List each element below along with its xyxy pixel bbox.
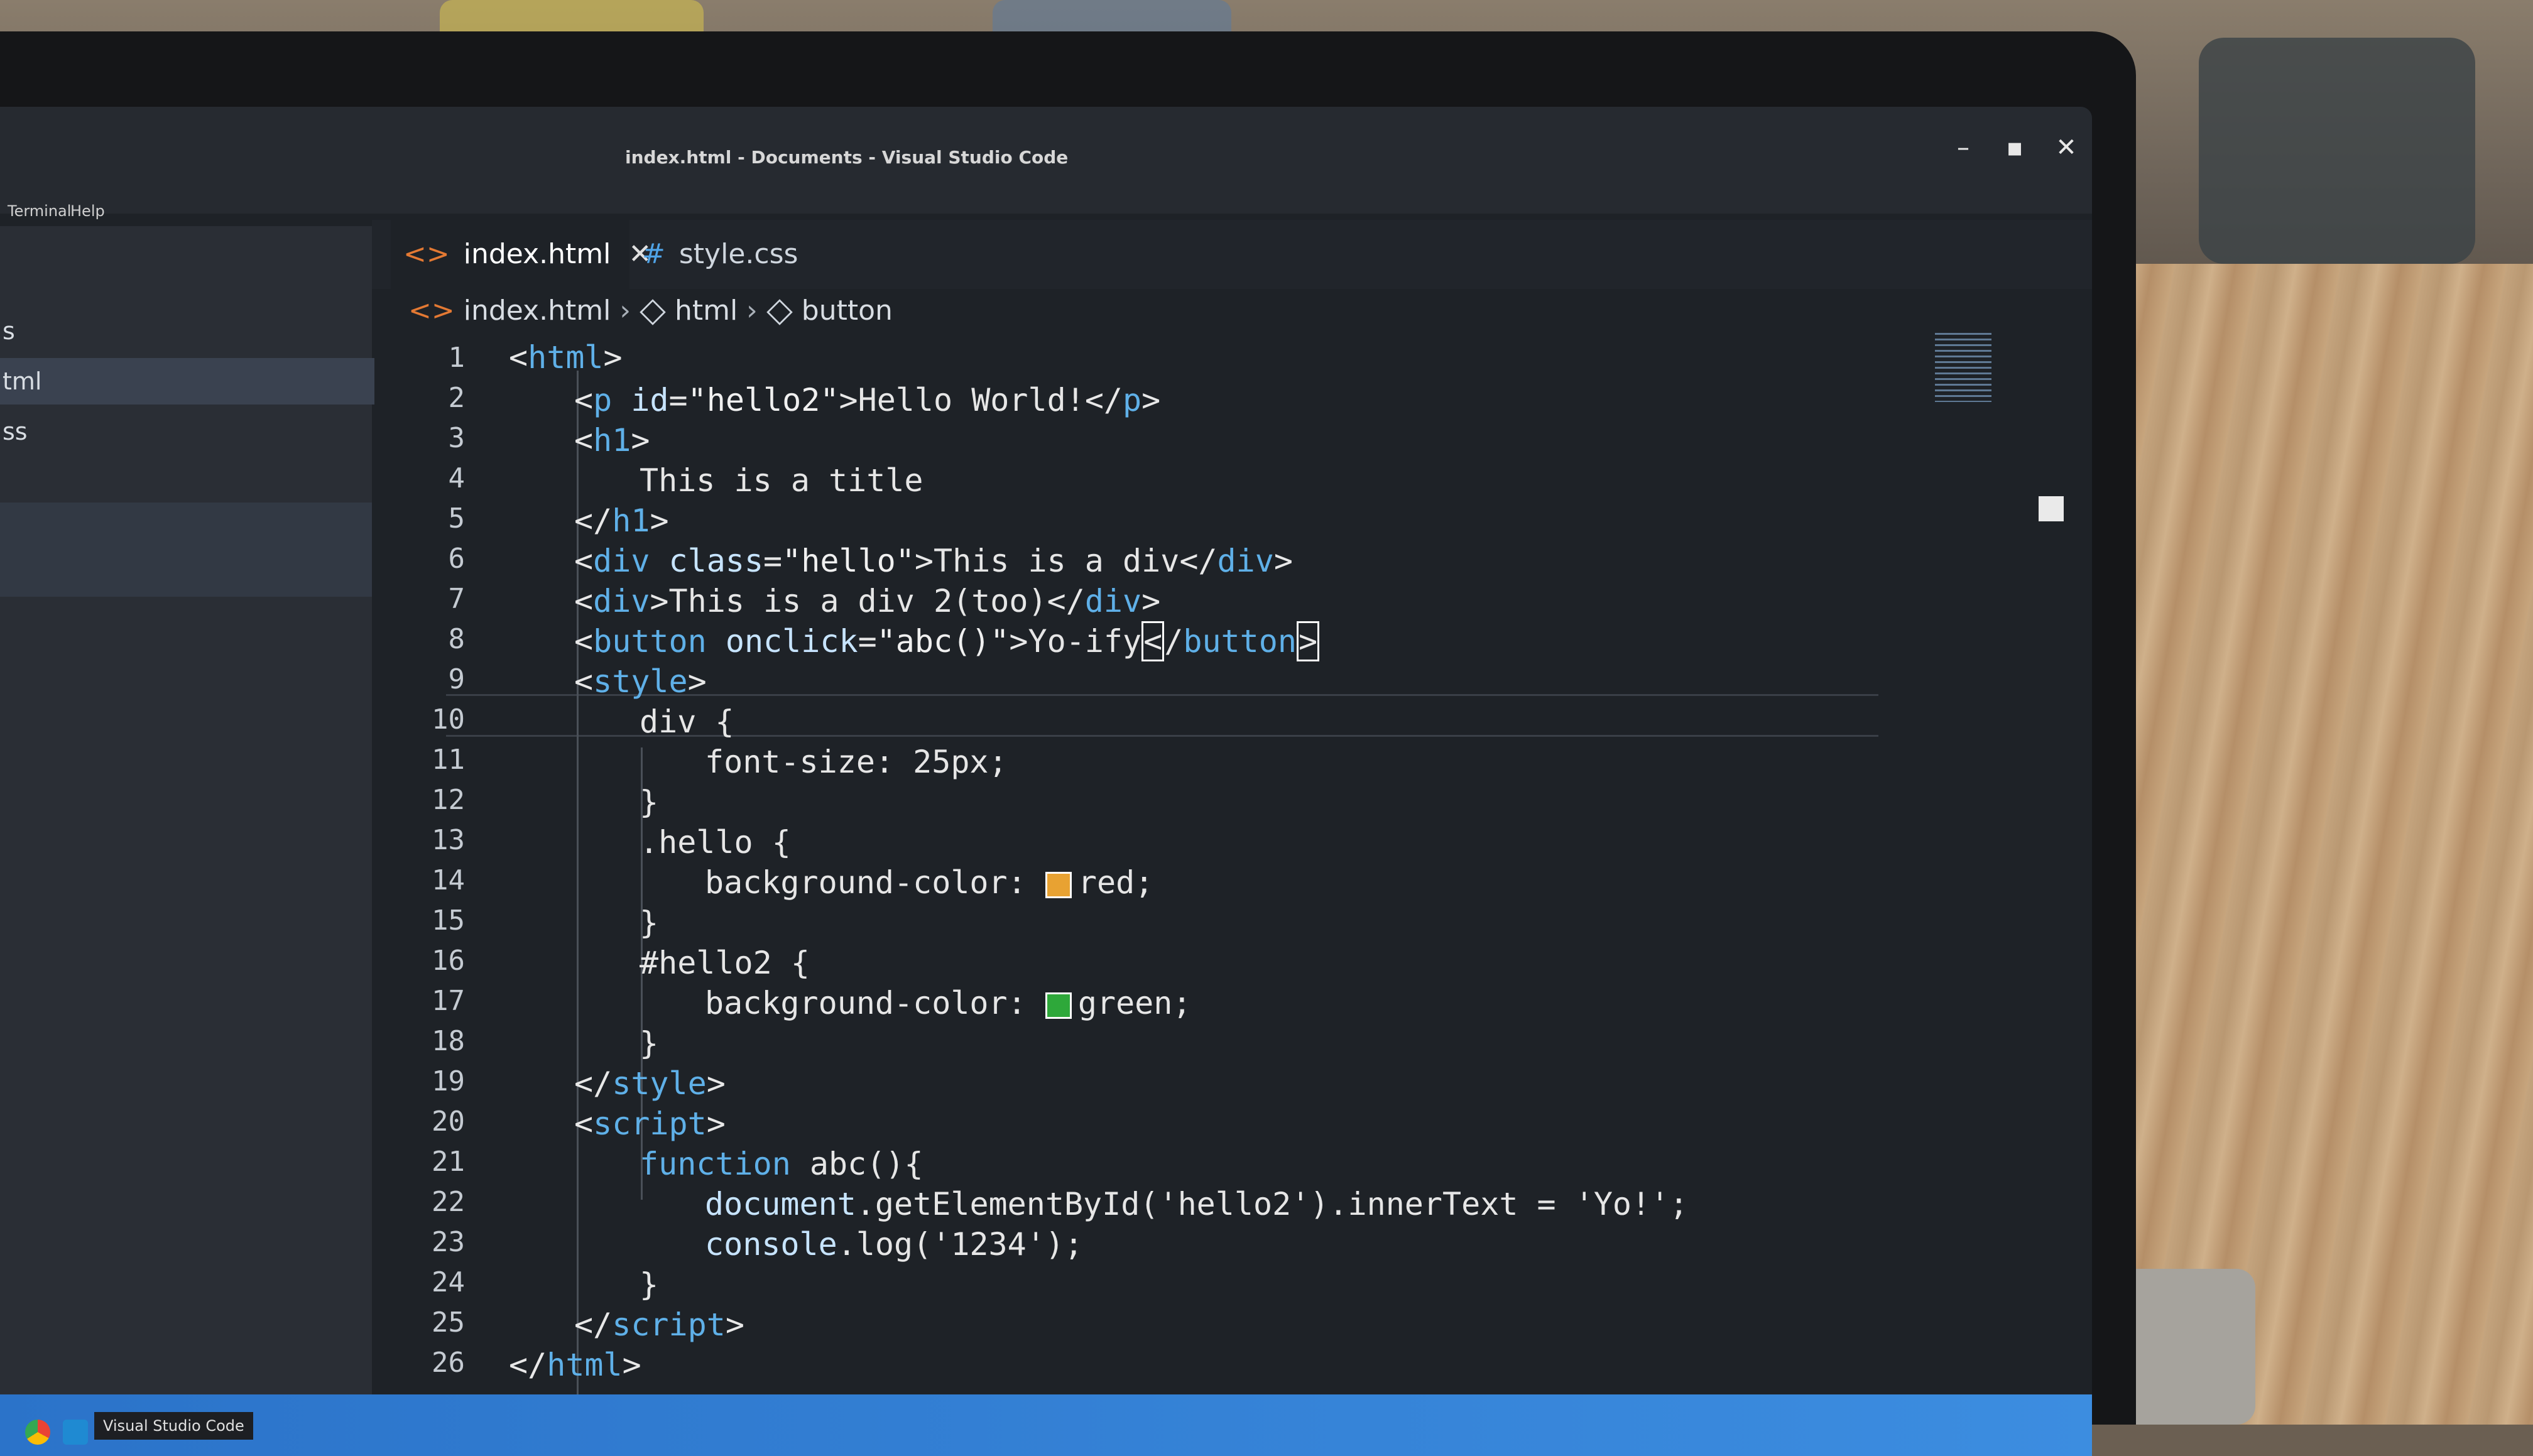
- code-line: .hello {: [640, 824, 791, 861]
- code-line: }: [640, 1025, 659, 1062]
- wooden-desk: [2092, 264, 2533, 1425]
- line-number: 21: [432, 1146, 465, 1178]
- line-number: 12: [432, 784, 465, 816]
- title-bar: index.html - Documents - Visual Studio C…: [0, 107, 2092, 220]
- explorer-sidebar: s tml ss: [0, 226, 374, 1407]
- tab-label: index.html: [463, 238, 611, 270]
- code-line: document.getElementById('hello2').innerT…: [705, 1186, 1689, 1222]
- code-line: <h1>: [574, 422, 650, 459]
- breadcrumb: <> index.html › html › button: [408, 289, 902, 333]
- code-line: font-size: 25px;: [705, 744, 1008, 780]
- tab-index-html[interactable]: <> index.html ✕: [391, 220, 651, 289]
- background-chair: [2199, 38, 2475, 264]
- explorer-item-html[interactable]: tml: [0, 358, 374, 405]
- line-number: 9: [448, 663, 466, 695]
- maximize-icon[interactable]: ▪: [1993, 126, 2037, 170]
- line-number: 15: [432, 905, 465, 937]
- breadcrumb-item[interactable]: button: [802, 295, 893, 327]
- breadcrumb-item[interactable]: html: [675, 295, 738, 327]
- line-number: 18: [432, 1025, 465, 1057]
- line-number: 14: [432, 864, 465, 896]
- explorer-section: [0, 503, 372, 597]
- element-icon: [766, 299, 793, 325]
- code-line: function abc(){: [640, 1146, 923, 1182]
- code-line: </script>: [574, 1307, 744, 1343]
- code-line: <button onclick="abc()">Yo-ify</button>: [574, 621, 1320, 661]
- menu-terminal[interactable]: Terminal: [8, 202, 71, 220]
- menu-help[interactable]: Help: [70, 202, 105, 220]
- code-line: console.log('1234');: [705, 1226, 1084, 1263]
- code-line: }: [640, 784, 659, 820]
- minimize-icon[interactable]: –: [1941, 126, 1985, 170]
- laptop-bezel: index.html - Documents - Visual Studio C…: [0, 31, 2136, 1456]
- css-file-icon: #: [642, 238, 665, 270]
- code-line: </html>: [509, 1347, 641, 1383]
- code-line: </style>: [574, 1065, 726, 1102]
- code-line: background-color: green;: [705, 985, 1192, 1021]
- color-swatch-green[interactable]: [1045, 992, 1072, 1019]
- line-number: 11: [432, 744, 465, 776]
- line-number: 7: [448, 583, 466, 615]
- html-file-icon: <>: [408, 295, 455, 327]
- line-number: 5: [448, 503, 466, 535]
- explorer-item[interactable]: s: [0, 308, 374, 354]
- line-number: 10: [432, 704, 465, 736]
- line-number: 23: [432, 1226, 465, 1258]
- code-line: </h1>: [574, 503, 669, 539]
- tab-label: style.css: [678, 238, 798, 270]
- line-number: 13: [432, 824, 465, 856]
- line-number: 26: [432, 1347, 465, 1379]
- line-number: 16: [432, 945, 465, 977]
- line-number: 8: [448, 623, 466, 655]
- line-number: 25: [432, 1307, 465, 1339]
- window-title: index.html - Documents - Visual Studio C…: [625, 147, 1069, 168]
- html-file-icon: <>: [403, 238, 450, 270]
- chrome-icon[interactable]: [25, 1420, 50, 1445]
- explorer-item-css[interactable]: ss: [0, 408, 374, 455]
- line-number: 17: [432, 985, 465, 1017]
- element-icon: [640, 299, 666, 325]
- tab-style-css[interactable]: # style.css: [623, 220, 868, 289]
- code-editor[interactable]: 1 2 3 4 5 6 7 8 9 10 11 12 13 14 15 16 17 18 19 20 21 22 23 24 2…: [377, 333, 2073, 1451]
- code-line: <p id="hello2">Hello World!</p>: [574, 382, 1161, 418]
- code-line: <html>: [509, 339, 623, 376]
- code-line: #hello2 {: [640, 945, 810, 981]
- close-window-icon[interactable]: ✕: [2044, 126, 2088, 170]
- code-line: <script>: [574, 1106, 726, 1142]
- color-swatch-red[interactable]: [1045, 871, 1072, 898]
- code-line: background-color: red;: [705, 864, 1154, 901]
- code-line: <div class="hello">This is a div</div>: [574, 543, 1293, 579]
- vscode-icon[interactable]: [63, 1420, 88, 1445]
- line-number: 3: [448, 422, 466, 454]
- line-number: 22: [432, 1186, 465, 1218]
- code-line: }: [640, 905, 659, 941]
- code-line: <style>: [574, 663, 707, 700]
- tab-bar: <>index.html✕ #style.css ⋯: [372, 220, 2092, 289]
- line-number: 6: [448, 543, 466, 575]
- line-number: 1: [448, 342, 466, 374]
- line-number: 2: [448, 382, 466, 414]
- code-line: <div>This is a div 2(too)</div>: [574, 583, 1161, 619]
- chevron-right-icon: ›: [619, 295, 631, 327]
- code-content[interactable]: <html> <p id="hello2">Hello World!</p> <…: [509, 333, 2017, 1383]
- breadcrumb-file[interactable]: index.html: [464, 295, 611, 327]
- code-line: This is a title: [640, 462, 923, 499]
- chevron-right-icon: ›: [746, 295, 758, 327]
- taskbar: Visual Studio Code: [0, 1394, 2092, 1456]
- code-line: }: [640, 1266, 659, 1303]
- taskbar-tooltip: Visual Studio Code: [94, 1412, 253, 1440]
- line-number: 4: [448, 462, 466, 494]
- code-line: div {: [640, 704, 734, 740]
- line-number: 24: [432, 1266, 465, 1298]
- vscode-window: index.html - Documents - Visual Studio C…: [0, 107, 2092, 1456]
- line-number: 19: [432, 1065, 465, 1097]
- line-number: 20: [432, 1106, 465, 1138]
